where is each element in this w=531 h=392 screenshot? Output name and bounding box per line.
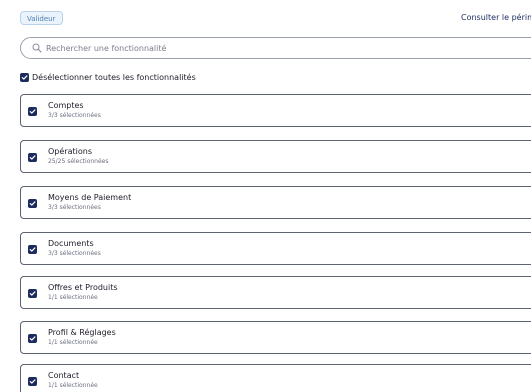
- group-checkbox[interactable]: [28, 199, 37, 208]
- search-input[interactable]: [46, 40, 446, 56]
- feature-group-contact[interactable]: Contact 1/1 sélectionnée: [20, 364, 531, 392]
- checkmark-icon: [29, 336, 36, 341]
- group-name: Documents: [48, 239, 94, 248]
- group-checkbox[interactable]: [28, 289, 37, 298]
- search-icon: [32, 43, 42, 53]
- feature-group-operations[interactable]: Opérations 25/25 sélectionnées: [20, 140, 531, 173]
- checkmark-icon: [29, 109, 36, 114]
- checkmark-icon: [29, 155, 36, 160]
- group-name: Opérations: [48, 147, 92, 156]
- view-perimeter-link[interactable]: Consulter le périmètre: [461, 12, 531, 24]
- checkmark-icon: [21, 75, 28, 80]
- group-name: Comptes: [48, 101, 84, 110]
- group-checkbox[interactable]: [28, 377, 37, 386]
- feature-group-payment-methods[interactable]: Moyens de Paiement 3/3 sélectionnées: [20, 186, 531, 219]
- group-checkbox[interactable]: [28, 107, 37, 116]
- group-checkbox[interactable]: [28, 334, 37, 343]
- group-selection-count: 3/3 sélectionnées: [48, 250, 101, 257]
- checkmark-icon: [29, 379, 36, 384]
- permissions-page: Valideur Consulter le périmètre Désélect…: [0, 0, 531, 392]
- group-name: Profil & Réglages: [48, 328, 116, 337]
- group-selection-count: 3/3 sélectionnées: [48, 112, 101, 119]
- group-name: Moyens de Paiement: [48, 193, 132, 202]
- group-checkbox[interactable]: [28, 245, 37, 254]
- group-checkbox[interactable]: [28, 153, 37, 162]
- group-selection-count: 1/1 sélectionnée: [48, 294, 98, 301]
- feature-group-profile-settings[interactable]: Profil & Réglages 1/1 sélectionnée: [20, 321, 531, 354]
- deselect-all-checkbox[interactable]: [20, 73, 29, 82]
- checkmark-icon: [29, 291, 36, 296]
- feature-group-comptes[interactable]: Comptes 3/3 sélectionnées: [20, 94, 531, 127]
- role-badge: Valideur: [20, 11, 63, 25]
- group-name: Offres et Produits: [48, 283, 118, 292]
- feature-group-documents[interactable]: Documents 3/3 sélectionnées: [20, 232, 531, 265]
- group-selection-count: 1/1 sélectionnée: [48, 382, 98, 389]
- header-row: Valideur Consulter le périmètre: [20, 11, 531, 25]
- search-box[interactable]: [20, 37, 531, 59]
- checkmark-icon: [29, 201, 36, 206]
- checkmark-icon: [29, 247, 36, 252]
- feature-group-offers-products[interactable]: Offres et Produits 1/1 sélectionnée: [20, 276, 531, 309]
- group-selection-count: 1/1 sélectionnée: [48, 339, 98, 346]
- group-name: Contact: [48, 371, 80, 380]
- group-selection-count: 3/3 sélectionnées: [48, 204, 101, 211]
- group-selection-count: 25/25 sélectionnées: [48, 158, 109, 165]
- deselect-all-label: Désélectionner toutes les fonctionnalité…: [32, 73, 196, 82]
